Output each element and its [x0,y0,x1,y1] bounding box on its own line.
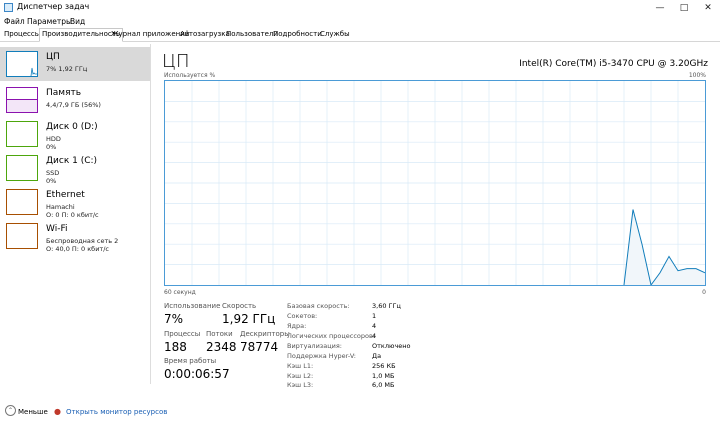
tab-details[interactable]: Подробности [271,29,324,40]
sidebar-item-detail: 0% [46,143,57,151]
sidebar-item-label: Ethernet [46,190,85,200]
spec-value: Отключено [372,342,411,350]
open-resource-monitor-link[interactable]: Открыть монитор ресурсов [66,408,167,416]
spec-value: 4 [372,322,377,330]
minimize-icon[interactable]: — [648,0,672,16]
spec-value: 1,0 МБ [372,372,395,380]
disk-0-thumbnail [6,121,38,147]
resource-monitor-icon: ● [54,407,61,416]
spec-value: Да [372,352,382,360]
spec-key: Сокетов: [287,312,318,320]
uptime-label: Время работы [164,357,217,365]
spec-value: 6,0 МБ [372,381,395,389]
threads-label: Потоки [206,330,233,338]
menu-file[interactable]: Файл [4,17,25,26]
ethernet-thumbnail [6,189,38,215]
spec-key: Виртуализация: [287,342,342,350]
sidebar-item-detail: Hamachi [46,203,75,211]
cpu-thumbnail [6,51,38,77]
speed-value: 1,92 ГГц [222,312,276,326]
graph-x-label: 60 секунд [164,289,196,296]
close-icon[interactable]: ✕ [696,0,720,16]
sidebar-item-detail: О: 0 П: 0 кбит/с [46,211,99,219]
graph-y-max-label: 100% [688,72,706,79]
cpu-model: Intel(R) Core(TM) i5-3470 CPU @ 3.20GHz [519,59,708,69]
disk-1-thumbnail [6,155,38,181]
sidebar-item-detail: 7% 1,92 ГГц [46,65,88,73]
cpu-usage-chart [165,81,705,285]
sidebar-item-detail: О: 40,0 П: 0 кбит/с [46,245,109,253]
sidebar-item-cpu[interactable]: ЦП 7% 1,92 ГГц [0,47,150,81]
cpu-usage-graph [164,80,706,286]
spec-value: 1 [372,312,377,320]
wifi-thumbnail [6,223,38,249]
threads-value: 2348 [206,340,237,354]
menu-view[interactable]: Вид [70,17,85,26]
spec-value: 4 [372,332,377,340]
spec-key: Базовая скорость: [287,302,350,310]
sidebar-item-ethernet[interactable]: Ethernet Hamachi О: 0 П: 0 кбит/с [0,185,150,219]
spec-value: 3,60 ГГц [372,302,401,310]
graph-x-min-label: 0 [702,289,706,296]
footer: ⌃ Меньше ● Открыть монитор ресурсов [0,402,720,426]
sidebar-item-disk-1[interactable]: Диск 1 (C:) SSD 0% [0,151,150,185]
spec-key: Логических процессоров: [287,332,376,340]
sidebar-item-memory[interactable]: Память 4,4/7,9 ГБ (56%) [0,83,150,117]
sidebar-item-label: Диск 0 (D:) [46,122,98,132]
sidebar-item-label: ЦП [46,52,60,62]
spec-key: Поддержка Hyper-V: [287,352,356,360]
sidebar-item-detail: Беспроводная сеть 2 [46,237,119,245]
memory-thumbnail [6,87,38,113]
processes-value: 188 [164,340,187,354]
usage-value: 7% [164,312,184,326]
sidebar-item-detail: 0% [46,177,57,185]
fewer-details-link[interactable]: Меньше [18,408,48,416]
tab-processes[interactable]: Процессы [2,29,42,40]
sidebar-item-detail: 4,4/7,9 ГБ (56%) [46,101,101,109]
chevron-up-icon[interactable]: ⌃ [5,405,16,416]
speed-label: Скорость [222,302,257,310]
menu-bar: Файл Параметры Вид [0,16,720,28]
maximize-icon[interactable]: □ [672,0,696,16]
spec-key: Кэш L1: [287,362,314,370]
page-title: ЦП [162,51,190,72]
sidebar-item-wifi[interactable]: Wi-Fi Беспроводная сеть 2 О: 40,0 П: 0 к… [0,219,150,253]
sidebar-item-detail: SSD [46,169,60,177]
tab-bar: Процессы Производительность Журнал прило… [0,28,720,42]
spec-value: 256 КБ [372,362,396,370]
resource-sidebar: ЦП 7% 1,92 ГГц Память 4,4/7,9 ГБ (56%) Д… [0,44,151,384]
sidebar-item-label: Wi-Fi [46,224,68,234]
title-bar: Диспетчер задач — □ ✕ [0,0,720,16]
usage-label: Использование [164,302,221,310]
spec-key: Ядра: [287,322,307,330]
cpu-detail-panel: ЦП Intel(R) Core(TM) i5-3470 CPU @ 3.20G… [152,44,720,389]
graph-y-label: Используется % [164,72,216,79]
uptime-value: 0:00:06:57 [164,367,230,381]
menu-options[interactable]: Параметры [27,17,72,26]
window-title: Диспетчер задач [17,2,90,11]
handles-label: Дескрипторы [240,330,290,338]
spec-key: Кэш L3: [287,381,314,389]
sidebar-item-disk-0[interactable]: Диск 0 (D:) HDD 0% [0,117,150,151]
handles-value: 78774 [240,340,279,354]
processes-label: Процессы [164,330,201,338]
task-manager-icon [4,3,13,12]
spec-key: Кэш L2: [287,372,314,380]
sidebar-item-detail: HDD [46,135,61,143]
tab-services[interactable]: Службы [318,29,352,40]
sidebar-item-label: Диск 1 (C:) [46,156,98,166]
sidebar-item-label: Память [46,88,82,98]
